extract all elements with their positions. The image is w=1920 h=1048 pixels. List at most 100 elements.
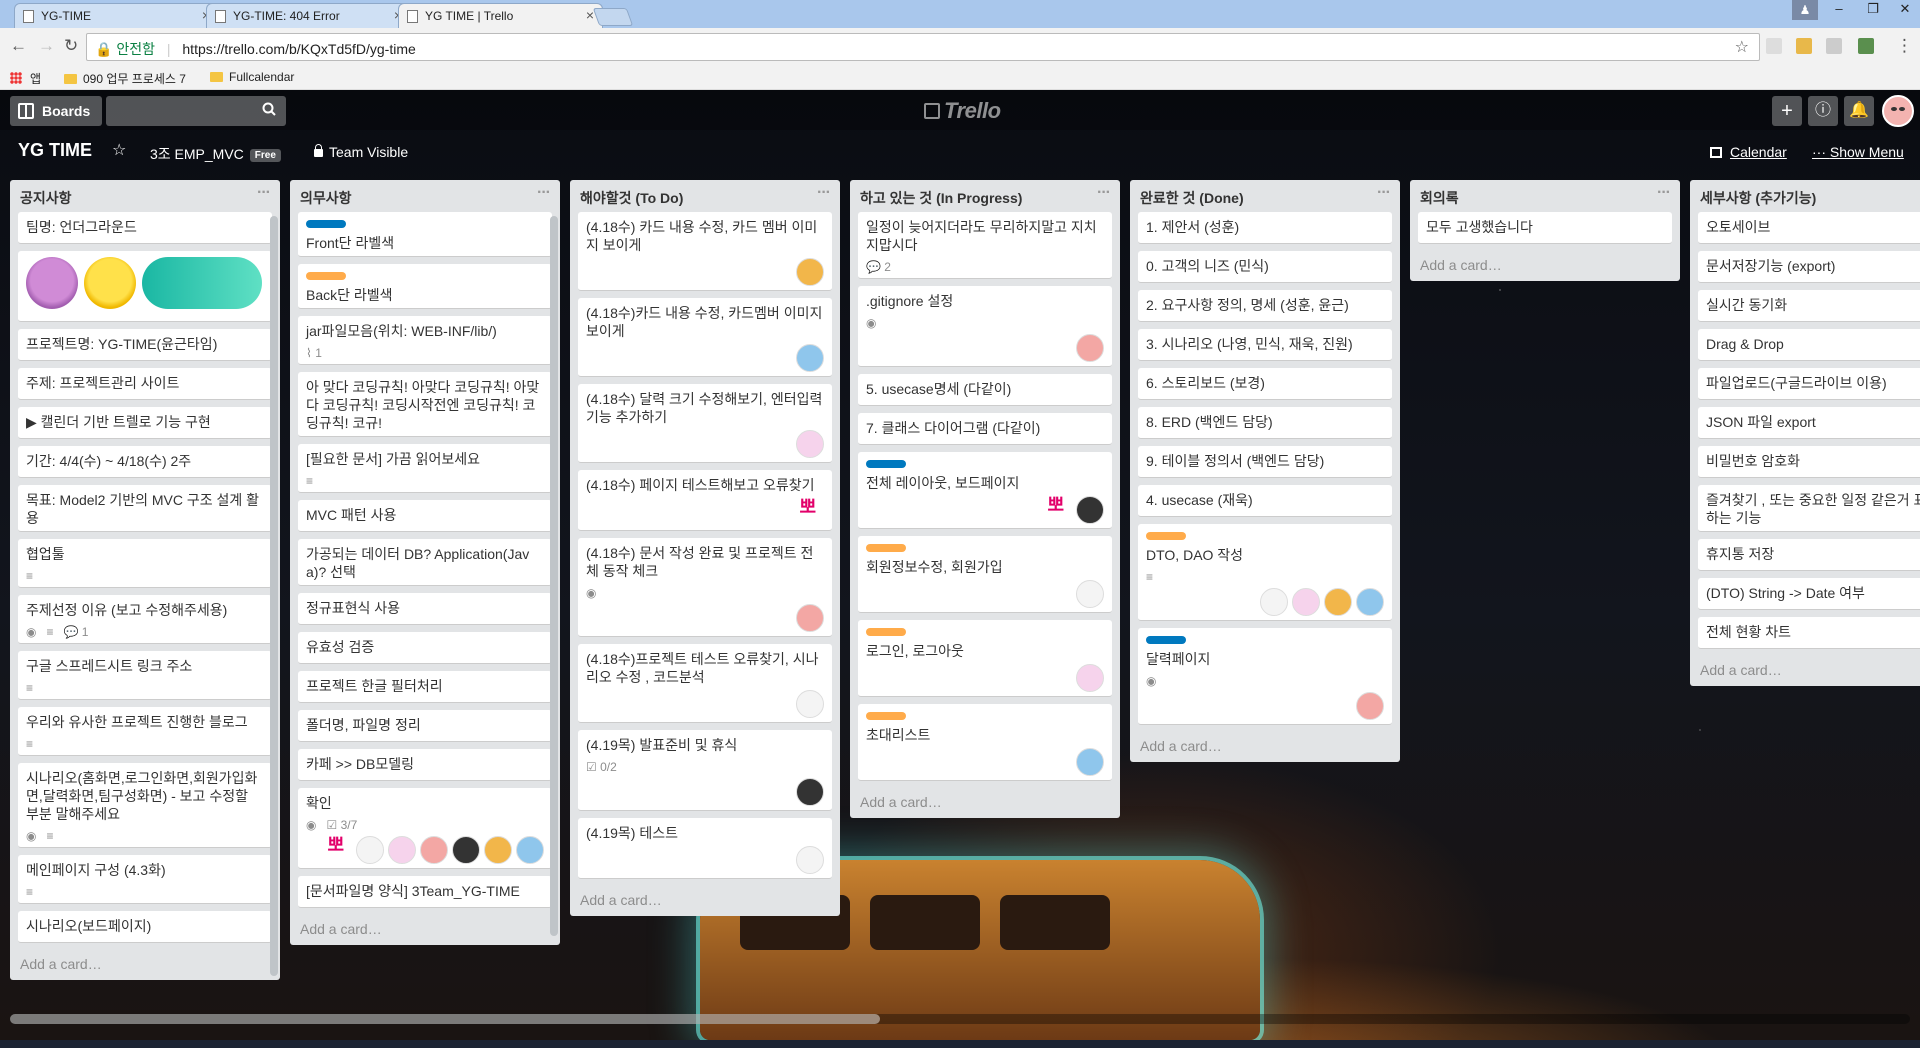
add-icon[interactable]: + (1772, 96, 1802, 126)
close-window-icon[interactable]: ✕ (1888, 0, 1920, 20)
card[interactable]: 가공되는 데이터 DB? Application(Java)? 선택 (298, 539, 552, 586)
board-title[interactable]: YG TIME (18, 140, 92, 161)
card[interactable]: DTO, DAO 작성 ≡ (1138, 524, 1392, 621)
card[interactable]: (4.18수) 문서 작성 완료 및 프로젝트 전체 동작 체크 ◉ (578, 538, 832, 637)
add-card-button[interactable]: Add a card… (290, 915, 560, 945)
card[interactable]: 기간: 4/4(수) ~ 4/18(수) 2주 (18, 446, 272, 478)
list-title[interactable]: 의무사항 ··· (290, 180, 560, 212)
url-field[interactable]: 🔒 안전함 | https://trello.com/b/KQxTd5fD/yg… (86, 33, 1760, 61)
extension-icon[interactable] (1826, 38, 1842, 54)
list-scrollbar[interactable] (550, 216, 558, 936)
member-avatar[interactable] (1324, 588, 1352, 616)
card[interactable]: ▶ 캘린더 기반 트렐로 기능 구현 (18, 407, 272, 439)
show-menu-button[interactable]: ··· Show Menu (1812, 144, 1904, 160)
team-name[interactable]: 3조 EMP_MVC Free (150, 144, 281, 164)
card[interactable]: 정규표현식 사용 (298, 593, 552, 625)
card[interactable]: 3. 시나리오 (나영, 민식, 재욱, 진원) (1138, 329, 1392, 361)
boards-button[interactable]: Boards (10, 96, 102, 126)
card[interactable]: 프로젝트 한글 필터처리 (298, 671, 552, 703)
scrollbar-thumb[interactable] (10, 1014, 880, 1024)
card[interactable]: 확인 ◉ ☑ 3/7 뽀 (298, 788, 552, 869)
more-icon[interactable]: ··· (1377, 184, 1391, 202)
minimize-icon[interactable]: – (1822, 0, 1856, 20)
card[interactable]: (4.18수) 달력 크기 수정해보기, 엔터입력 기능 추가하기 (578, 384, 832, 463)
card[interactable]: 회원정보수정, 회원가입 (858, 536, 1112, 613)
extension-icon[interactable] (1796, 38, 1812, 54)
card[interactable]: Front단 라벨색 (298, 212, 552, 257)
member-avatar[interactable] (484, 836, 512, 864)
member-avatar[interactable] (1356, 692, 1384, 720)
star-icon[interactable]: ☆ (112, 140, 126, 160)
more-icon[interactable]: ··· (1097, 184, 1111, 202)
add-card-button[interactable]: Add a card… (1690, 656, 1920, 686)
member-avatar[interactable] (388, 836, 416, 864)
apps-icon[interactable] (10, 72, 22, 84)
member-avatar[interactable] (1076, 580, 1104, 608)
card[interactable]: (4.19목) 발표준비 및 휴식 ☑ 0/2 (578, 730, 832, 811)
calendar-button[interactable]: Calendar (1710, 144, 1787, 160)
list-title[interactable]: 공지사항 ··· (10, 180, 280, 212)
maximize-icon[interactable]: ❐ (1856, 0, 1890, 20)
bookmark-star-icon[interactable]: ☆ (1735, 37, 1749, 57)
card[interactable]: 실시간 동기화 (1698, 290, 1920, 322)
card[interactable]: 7. 클래스 다이어그램 (다같이) (858, 413, 1112, 445)
card[interactable]: 구글 스프레드시트 링크 주소 ≡ (18, 651, 272, 700)
card[interactable]: 목표: Model2 기반의 MVC 구조 설계 활용 (18, 485, 272, 532)
card[interactable]: 8. ERD (백엔드 담당) (1138, 407, 1392, 439)
card[interactable]: 0. 고객의 니즈 (민식) (1138, 251, 1392, 283)
card[interactable]: 협업툴 ≡ (18, 539, 272, 588)
card[interactable]: 폴더명, 파일명 정리 (298, 710, 552, 742)
member-avatar[interactable] (1076, 664, 1104, 692)
card[interactable]: [문서파일명 양식] 3Team_YG-TIME (298, 876, 552, 908)
card[interactable]: 아 맞다 코딩규칙! 아맞다 코딩규칙! 아맞다 코딩규칙! 코딩시작전엔 코딩… (298, 372, 552, 437)
info-icon[interactable]: ⓘ (1808, 96, 1838, 126)
member-avatar[interactable] (796, 690, 824, 718)
list-title[interactable]: 해야할것 (To Do) ··· (570, 180, 840, 212)
card[interactable]: 달력페이지 ◉ (1138, 628, 1392, 725)
card[interactable]: (4.19목) 테스트 (578, 818, 832, 879)
card[interactable]: 6. 스토리보드 (보경) (1138, 368, 1392, 400)
card[interactable]: 메인페이지 구성 (4.3화) ≡ (18, 855, 272, 904)
card[interactable]: 프로젝트명: YG-TIME(윤근타임) (18, 329, 272, 361)
member-avatar[interactable] (796, 258, 824, 286)
reload-icon[interactable]: ↻ (64, 36, 78, 56)
card[interactable]: 문서저장기능 (export) (1698, 251, 1920, 283)
member-avatar[interactable] (1076, 748, 1104, 776)
card[interactable]: 즐겨찾기 , 또는 중요한 일정 같은거 표시하는 기능 (1698, 485, 1920, 532)
add-card-button[interactable]: Add a card… (850, 788, 1120, 818)
visibility-button[interactable]: Team Visible (314, 144, 408, 160)
bookmark-folder[interactable]: Fullcalendar (210, 70, 294, 84)
card[interactable]: 일정이 늦어지더라도 무리하지말고 지치지맙시다 💬 2 (858, 212, 1112, 279)
card[interactable]: 시나리오(보드페이지) (18, 911, 272, 943)
card[interactable]: .gitignore 설정 ◉ (858, 286, 1112, 367)
list-title[interactable]: 하고 있는 것 (In Progress) ··· (850, 180, 1120, 212)
add-card-button[interactable]: Add a card… (1130, 732, 1400, 762)
list-title[interactable]: 세부사항 (추가기능)··· (1690, 180, 1920, 212)
card[interactable]: 1. 제안서 (성훈) (1138, 212, 1392, 244)
member-avatar[interactable] (796, 430, 824, 458)
member-avatar[interactable] (356, 836, 384, 864)
card[interactable]: 2. 요구사항 정의, 명세 (성훈, 윤근) (1138, 290, 1392, 322)
horizontal-scrollbar[interactable] (10, 1014, 1910, 1024)
card[interactable]: 휴지통 저장 (1698, 539, 1920, 571)
forward-icon[interactable]: → (38, 36, 55, 56)
add-card-button[interactable]: Add a card… (1410, 251, 1680, 281)
trello-logo[interactable]: Trello (924, 98, 1001, 124)
card[interactable] (18, 251, 272, 322)
card[interactable]: 유효성 검증 (298, 632, 552, 664)
user-profile-icon[interactable]: ♟ (1792, 0, 1818, 20)
member-avatar[interactable] (796, 846, 824, 874)
member-avatar[interactable] (1356, 588, 1384, 616)
back-icon[interactable]: ← (10, 36, 27, 56)
card[interactable]: 주제: 프로젝트관리 사이트 (18, 368, 272, 400)
card[interactable]: JSON 파일 export (1698, 407, 1920, 439)
browser-tab-active[interactable]: YG TIME | Trello × (398, 3, 603, 29)
add-card-button[interactable]: Add a card… (570, 886, 840, 916)
bookmark-apps[interactable]: 앱 (30, 70, 41, 87)
card[interactable]: [필요한 문서] 가끔 읽어보세요 ≡ (298, 444, 552, 493)
more-icon[interactable]: ··· (257, 184, 271, 202)
card[interactable]: (DTO) String -> Date 여부 (1698, 578, 1920, 610)
more-icon[interactable]: ··· (537, 184, 551, 202)
card[interactable]: Back단 라벨색 (298, 264, 552, 309)
bookmark-item[interactable]: 090 업무 프로세스 7 (64, 70, 186, 87)
